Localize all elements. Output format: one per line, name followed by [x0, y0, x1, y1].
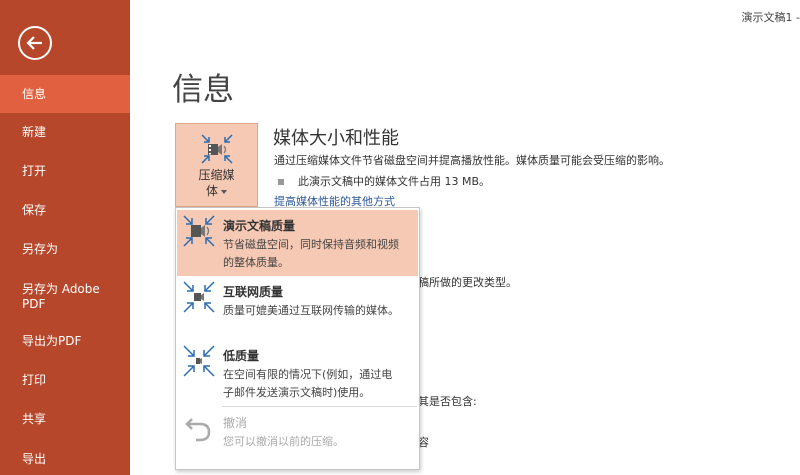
menu-item-description: 您可以撤消以前的压缩。: [223, 435, 344, 448]
menu-item-undo[interactable]: 撤消 您可以撤消以前的压缩。: [177, 407, 418, 467]
sidebar-item-info[interactable]: 信息: [0, 75, 130, 113]
arrow-left-icon: [26, 36, 42, 50]
sidebar-item-open[interactable]: 打开: [0, 164, 130, 179]
backstage-sidebar: 信息 新建 打开 保存 另存为 另存为 Adobe PDF 导出为PDF 打印 …: [0, 0, 130, 475]
undo-icon: [185, 418, 211, 442]
compress-media-menu: 演示文稿质量 节省磁盘空间，同时保持音频和视频的整体质量。 互联网质量 质量可媲…: [175, 207, 420, 470]
menu-item-title: 互联网质量: [223, 285, 284, 299]
media-size-info: 此演示文稿中的媒体文件占用 13 MB。: [278, 173, 490, 189]
low-quality-icon: [183, 345, 215, 377]
document-title: 演示文稿1 -: [741, 11, 800, 24]
page-title: 信息: [172, 72, 234, 108]
sidebar-item-export-pdf[interactable]: 导出为PDF: [0, 334, 130, 349]
menu-item-description: 节省磁盘空间，同时保持音频和视频的整体质量。: [223, 238, 399, 269]
menu-item-presentation-quality[interactable]: 演示文稿质量 节省磁盘空间，同时保持音频和视频的整体质量。: [177, 210, 418, 276]
menu-item-title: 演示文稿质量: [223, 219, 296, 233]
sidebar-item-new[interactable]: 新建: [0, 125, 130, 140]
section-heading: 媒体大小和性能: [273, 128, 399, 149]
menu-item-description: 在空间有限的情况下(例如，通过电子邮件发送演示文稿时)使用。: [223, 368, 393, 399]
sidebar-item-save-as-adobe-pdf[interactable]: 另存为 Adobe PDF: [0, 282, 108, 312]
internet-quality-icon: [183, 281, 215, 313]
bullet-icon: [278, 179, 284, 185]
compress-media-label: 压缩媒: [198, 168, 235, 182]
compress-media-button[interactable]: 压缩媒 体: [175, 123, 258, 207]
partial-text-contains: 其是否包含:: [418, 395, 477, 408]
menu-item-title: 撤消: [223, 416, 248, 430]
menu-item-internet-quality[interactable]: 互联网质量 质量可媲美通过互联网传输的媒体。: [177, 276, 418, 340]
menu-item-low-quality[interactable]: 低质量 在空间有限的情况下(例如，通过电子邮件发送演示文稿时)使用。: [177, 340, 418, 404]
menu-item-title: 低质量: [223, 349, 260, 363]
sidebar-item-export[interactable]: 导出: [0, 452, 130, 467]
partial-text-changes: 稿所做的更改类型。: [418, 276, 517, 289]
sidebar-item-print[interactable]: 打印: [0, 373, 130, 388]
presentation-quality-icon: [183, 215, 215, 247]
compress-media-label-2: 体: [176, 182, 257, 199]
back-button[interactable]: [18, 26, 52, 60]
sidebar-item-save[interactable]: 保存: [0, 203, 130, 218]
sidebar-item-share[interactable]: 共享: [0, 412, 130, 427]
menu-item-description: 质量可媲美通过互联网传输的媒体。: [223, 304, 399, 317]
sidebar-item-save-as[interactable]: 另存为: [0, 242, 130, 257]
section-description: 通过压缩媒体文件节省磁盘空间并提高播放性能。媒体质量可能会受压缩的影响。: [274, 154, 670, 167]
backstage-view: 信息 新建 打开 保存 另存为 另存为 Adobe PDF 导出为PDF 打印 …: [0, 0, 800, 475]
caret-down-icon: [221, 189, 227, 194]
compress-media-icon: [201, 134, 233, 164]
